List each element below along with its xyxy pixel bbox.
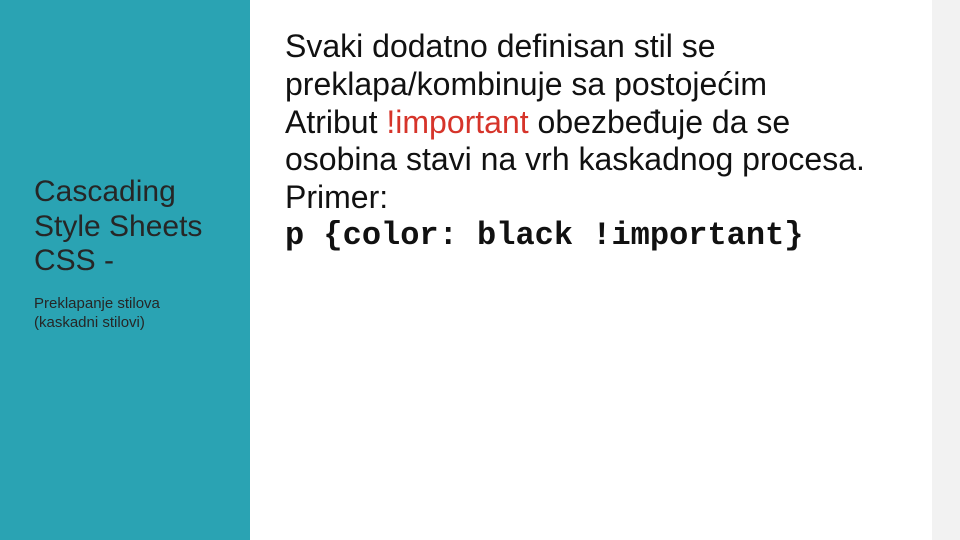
paragraph-2: Atribut !important obezbeđuje da se osob… <box>285 104 900 180</box>
sidebar-subtitle-line2: (kaskadni stilovi) <box>34 314 145 331</box>
code-example: p {color: black !important} <box>285 217 900 255</box>
sidebar-title-line1: Cascading <box>34 175 176 208</box>
sidebar-subtitle-line1: Preklapanje stilova <box>34 295 160 312</box>
example-label: Primer: <box>285 179 900 217</box>
sidebar-title-line2: Style Sheets <box>34 210 202 243</box>
paragraph-2-prefix: Atribut <box>285 104 386 140</box>
example-label-text: Primer: <box>285 179 388 215</box>
slide: Cascading Style Sheets CSS - Preklapanje… <box>0 0 960 540</box>
sidebar-subtitle: Preklapanje stilova (kaskadni stilovi) <box>34 295 234 333</box>
code-text: p {color: black !important} <box>285 217 803 254</box>
important-keyword: !important <box>386 104 528 140</box>
sidebar-title-line3: CSS - <box>34 244 114 277</box>
paragraph-1-text: Svaki dodatno definisan stil se preklapa… <box>285 28 767 102</box>
sidebar-title: Cascading Style Sheets CSS - <box>34 175 234 279</box>
content-area: Svaki dodatno definisan stil se preklapa… <box>285 28 900 255</box>
paragraph-1: Svaki dodatno definisan stil se preklapa… <box>285 28 900 104</box>
right-decorative-strip <box>932 0 960 540</box>
sidebar-panel: Cascading Style Sheets CSS - Preklapanje… <box>0 0 250 540</box>
